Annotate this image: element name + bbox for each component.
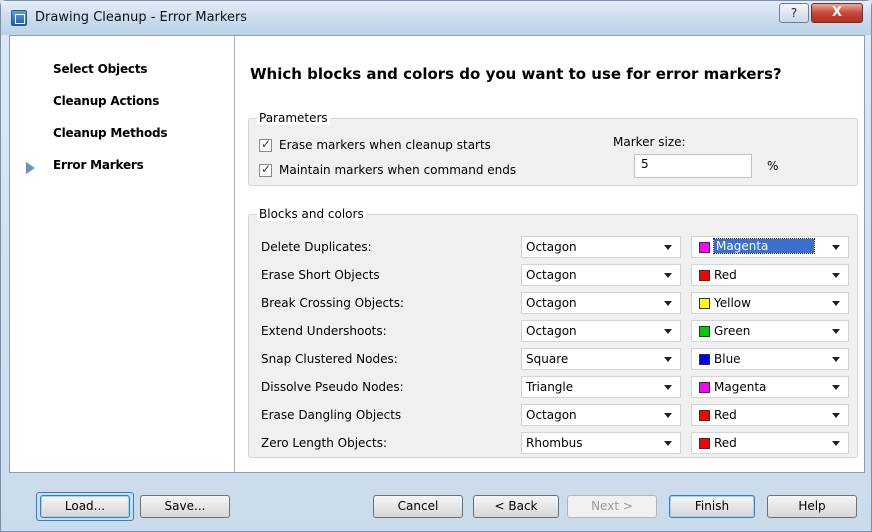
row-label: Zero Length Objects:: [261, 436, 388, 450]
color-swatch: [699, 410, 710, 421]
block-select[interactable]: Octagon: [521, 404, 681, 426]
row-label: Extend Undershoots:: [261, 324, 387, 338]
step-cleanup-actions[interactable]: Cleanup Actions: [53, 94, 159, 108]
block-select[interactable]: Octagon: [521, 292, 681, 314]
page-question: Which blocks and colors do you want to u…: [250, 65, 782, 83]
block-select[interactable]: Triangle: [521, 376, 681, 398]
color-select-value: Yellow: [714, 296, 751, 310]
row-label: Dissolve Pseudo Nodes:: [261, 380, 404, 394]
footer-bar: Load... Save... Cancel < Back Next > Fin…: [9, 473, 865, 525]
chevron-down-icon[interactable]: [664, 301, 672, 306]
row-label: Break Crossing Objects:: [261, 296, 405, 310]
window-title: Drawing Cleanup - Error Markers: [35, 10, 248, 25]
chevron-down-icon[interactable]: [664, 329, 672, 334]
color-select[interactable]: Blue: [691, 348, 849, 370]
blocks-colors-group: Blocks and colors Delete Duplicates: Octa…: [248, 207, 858, 458]
row-label: Snap Clustered Nodes:: [261, 352, 398, 366]
step-select-objects[interactable]: Select Objects: [53, 62, 147, 76]
blocks-colors-legend: Blocks and colors: [257, 207, 366, 221]
step-cleanup-methods[interactable]: Cleanup Methods: [53, 126, 168, 140]
chevron-down-icon[interactable]: [832, 245, 840, 250]
next-button[interactable]: Next >: [567, 495, 657, 518]
step-error-markers[interactable]: Error Markers: [53, 158, 144, 172]
color-select-value: Blue: [714, 352, 741, 366]
maintain-markers-checkbox[interactable]: [259, 162, 272, 177]
color-select[interactable]: Magenta: [691, 376, 849, 398]
color-select[interactable]: Red: [691, 432, 849, 454]
color-select[interactable]: Yellow: [691, 292, 849, 314]
color-select-value: Red: [714, 408, 737, 422]
color-select-value: Magenta: [712, 238, 816, 254]
color-select-value: Green: [714, 324, 751, 338]
block-select-value: Octagon: [526, 296, 577, 310]
color-select[interactable]: Magenta: [691, 236, 849, 258]
wizard-steps: Select Objects Cleanup Actions Cleanup M…: [10, 36, 235, 472]
save-button[interactable]: Save...: [140, 495, 230, 518]
color-select[interactable]: Green: [691, 320, 849, 342]
current-step-arrow-icon: [26, 162, 35, 174]
chevron-down-icon[interactable]: [832, 413, 840, 418]
chevron-down-icon[interactable]: [832, 273, 840, 278]
block-select-value: Triangle: [526, 380, 574, 394]
erase-markers-label[interactable]: Erase markers when cleanup starts: [279, 138, 491, 152]
app-icon: [11, 10, 27, 26]
color-swatch: [699, 326, 710, 337]
color-select[interactable]: Red: [691, 264, 849, 286]
chevron-down-icon[interactable]: [664, 441, 672, 446]
color-swatch: [699, 438, 710, 449]
block-select-value: Square: [526, 352, 569, 366]
chevron-down-icon[interactable]: [664, 385, 672, 390]
chevron-down-icon[interactable]: [832, 329, 840, 334]
cancel-button[interactable]: Cancel: [373, 495, 463, 518]
row-label: Erase Short Objects: [261, 268, 380, 282]
finish-button[interactable]: Finish: [669, 495, 755, 518]
color-select-value: Red: [714, 436, 737, 450]
color-swatch: [699, 354, 710, 365]
color-select[interactable]: Red: [691, 404, 849, 426]
dialog-window: Drawing Cleanup - Error Markers ? X Sele…: [0, 0, 872, 532]
parameters-legend: Parameters: [257, 111, 330, 125]
title-bar: Drawing Cleanup - Error Markers ? X: [1, 1, 871, 35]
chevron-down-icon[interactable]: [664, 245, 672, 250]
chevron-down-icon[interactable]: [832, 301, 840, 306]
color-swatch: [699, 242, 710, 253]
block-select[interactable]: Octagon: [521, 320, 681, 342]
chevron-down-icon[interactable]: [832, 441, 840, 446]
block-select[interactable]: Octagon: [521, 264, 681, 286]
chevron-down-icon[interactable]: [664, 357, 672, 362]
load-button[interactable]: Load...: [40, 495, 130, 518]
chevron-down-icon[interactable]: [664, 413, 672, 418]
block-select-value: Octagon: [526, 324, 577, 338]
block-select[interactable]: Rhombus: [521, 432, 681, 454]
marker-size-unit: %: [767, 159, 779, 173]
marker-size-input[interactable]: 5: [634, 154, 752, 178]
main-content: Which blocks and colors do you want to u…: [236, 36, 864, 472]
row-label: Delete Duplicates:: [261, 240, 372, 254]
block-select-value: Octagon: [526, 268, 577, 282]
maintain-markers-label[interactable]: Maintain markers when command ends: [279, 163, 516, 177]
parameters-group: Parameters Erase markers when cleanup st…: [248, 111, 858, 186]
block-select-value: Rhombus: [526, 436, 583, 450]
help-button[interactable]: Help: [767, 495, 857, 518]
help-title-button[interactable]: ?: [779, 3, 809, 23]
block-select-value: Octagon: [526, 240, 577, 254]
chevron-down-icon[interactable]: [664, 273, 672, 278]
color-select-value: Magenta: [714, 380, 767, 394]
dialog-body: Select Objects Cleanup Actions Cleanup M…: [9, 35, 865, 473]
block-select[interactable]: Square: [521, 348, 681, 370]
row-label: Erase Dangling Objects: [261, 408, 402, 422]
block-select-value: Octagon: [526, 408, 577, 422]
back-button[interactable]: < Back: [473, 495, 559, 518]
color-swatch: [699, 382, 710, 393]
erase-markers-checkbox[interactable]: [259, 137, 272, 152]
chevron-down-icon[interactable]: [832, 385, 840, 390]
color-swatch: [699, 298, 710, 309]
color-swatch: [699, 270, 710, 281]
chevron-down-icon[interactable]: [832, 357, 840, 362]
color-select-value: Red: [714, 268, 737, 282]
marker-size-label: Marker size:: [613, 135, 686, 149]
close-button[interactable]: X: [811, 3, 863, 23]
block-select[interactable]: Octagon: [521, 236, 681, 258]
